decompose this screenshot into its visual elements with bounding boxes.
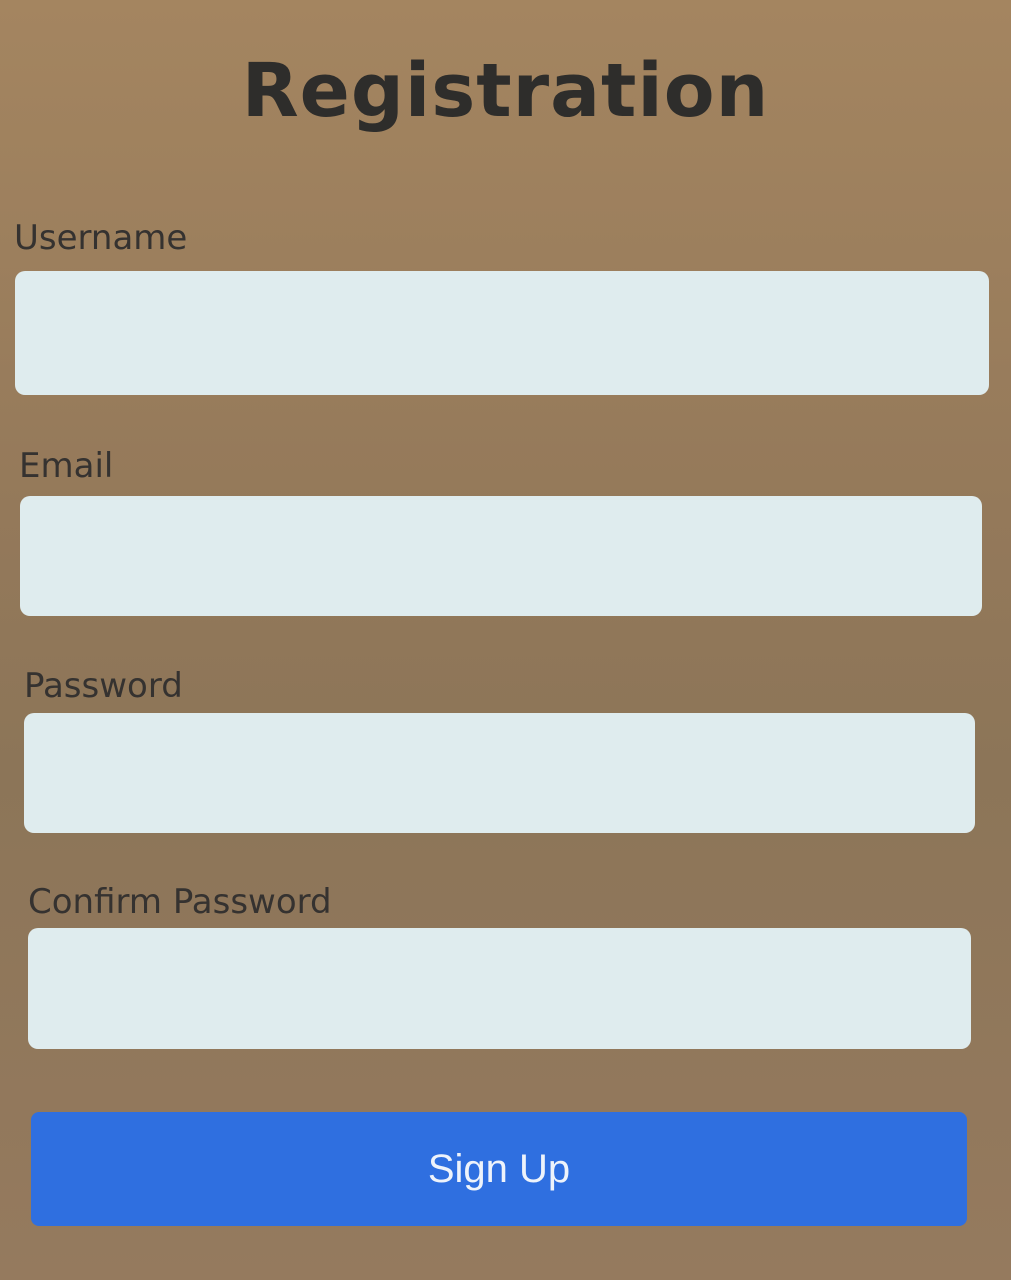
email-input[interactable] bbox=[20, 496, 982, 616]
confirm-password-label: Confirm Password bbox=[28, 882, 332, 922]
email-label: Email bbox=[19, 446, 114, 486]
registration-form: Registration Username Email Password Con… bbox=[0, 0, 1011, 1280]
sign-up-button[interactable]: Sign Up bbox=[31, 1112, 967, 1226]
username-input[interactable] bbox=[15, 271, 989, 395]
password-label: Password bbox=[24, 666, 183, 706]
password-input[interactable] bbox=[24, 713, 975, 833]
confirm-password-input[interactable] bbox=[28, 928, 971, 1049]
username-label: Username bbox=[14, 218, 188, 258]
page-title: Registration bbox=[241, 48, 770, 134]
